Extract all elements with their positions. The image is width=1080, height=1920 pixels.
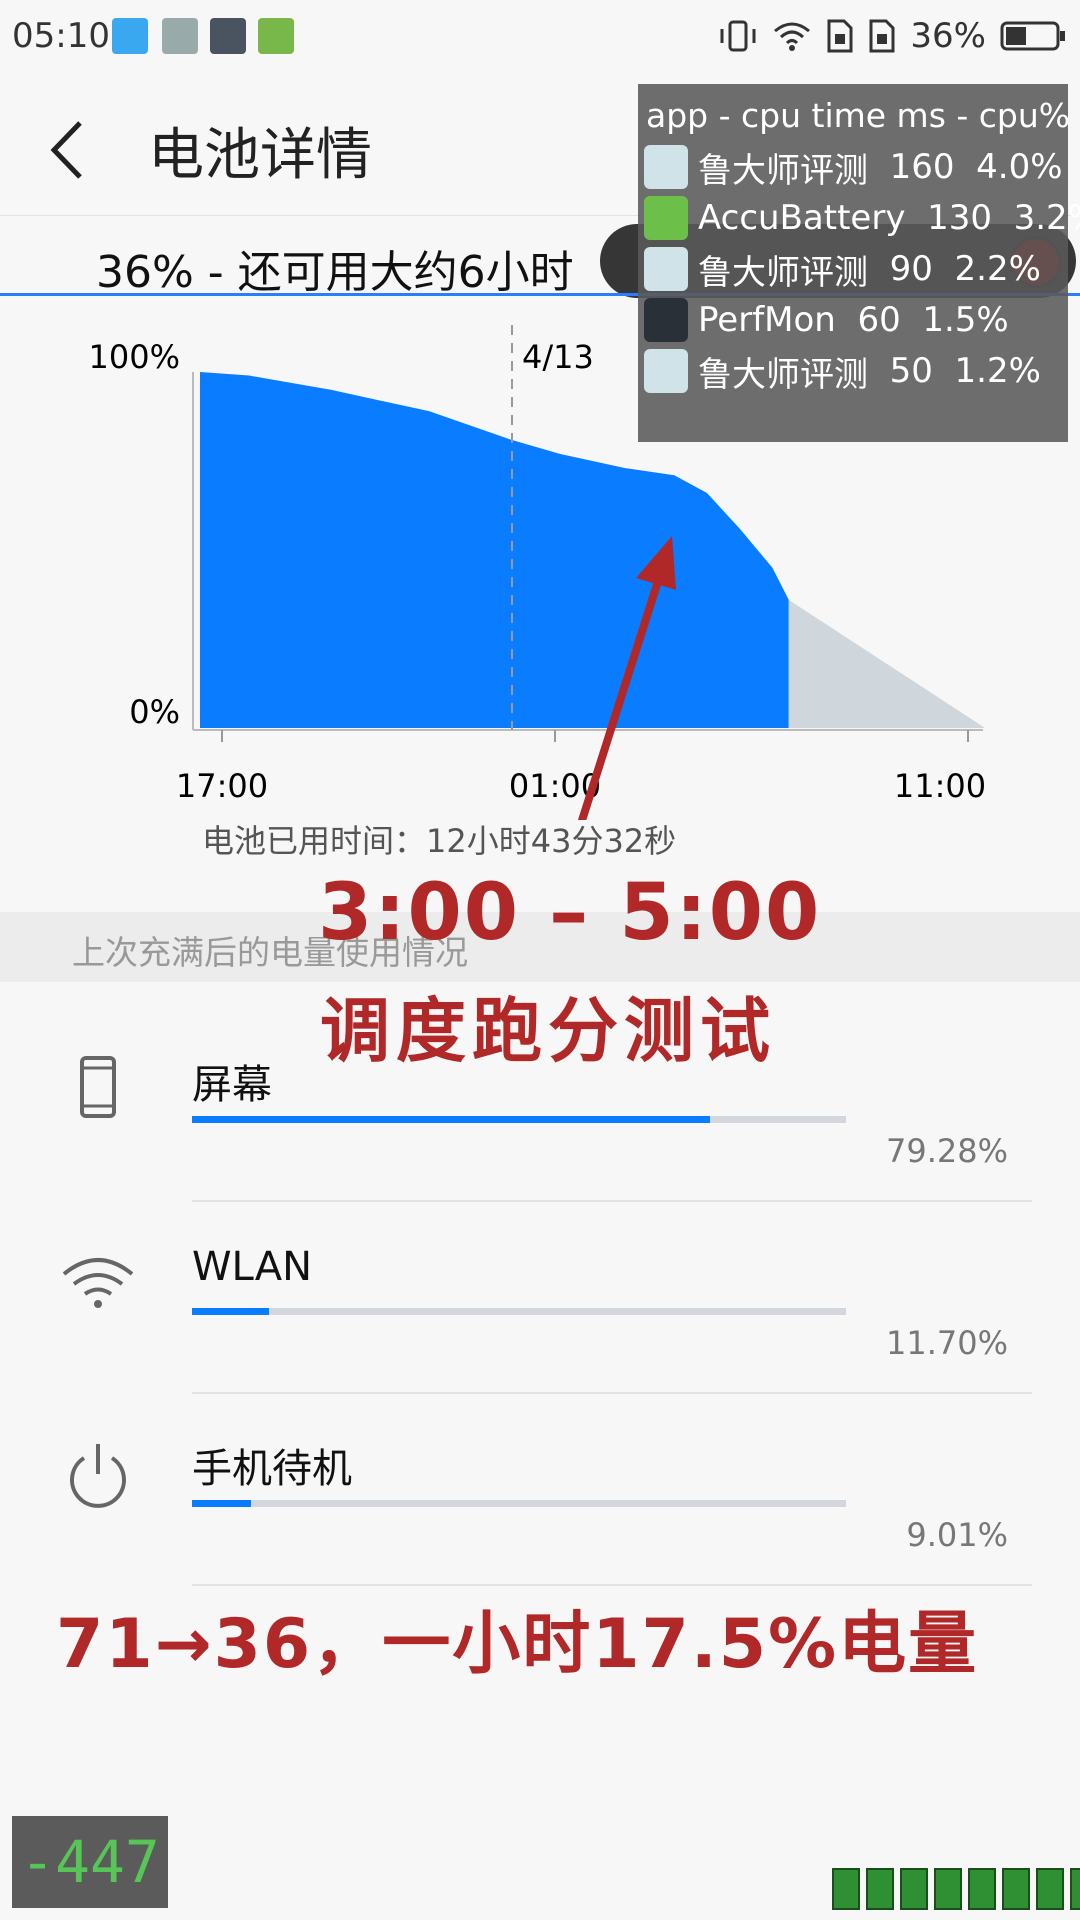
- cpu-row-time: 160: [889, 147, 955, 187]
- level-bar: [866, 1868, 894, 1910]
- status-right: 36%: [718, 14, 1066, 58]
- level-bar: [934, 1868, 962, 1910]
- cpu-row-pct: 1.2%: [954, 351, 1041, 391]
- annotation-time-range: 3:00 – 5:00: [318, 868, 822, 958]
- cpu-row: 鲁大师评测 50 1.2%: [644, 348, 1041, 395]
- cpu-row-app: PerfMon: [698, 300, 836, 340]
- cpu-row-app: 鲁大师评测: [698, 354, 868, 395]
- screenshot-icon: [112, 18, 148, 54]
- cpu-usage-overlay: app - cpu time ms - cpu% 鲁大师评测 160 4.0% …: [638, 84, 1080, 442]
- cpu-row: 鲁大师评测 160 4.0%: [644, 144, 1063, 191]
- battery-summary: 36% - 还可用大约6小时: [96, 247, 574, 298]
- ludashi-app-icon: [644, 247, 688, 291]
- level-bar: [1070, 1868, 1080, 1910]
- x-tick-label: 11:00: [894, 767, 986, 805]
- chevron-left-icon: [50, 121, 82, 179]
- avatar-app-icon: [162, 18, 198, 54]
- cpu-row: 鲁大师评测 90 2.2%: [644, 246, 1041, 293]
- sim1-icon: [827, 19, 853, 53]
- perfmon-icon: [210, 18, 246, 54]
- cpu-row-pct: 4.0%: [976, 147, 1063, 187]
- y-label-bottom: 0%: [129, 693, 180, 731]
- level-bar: [1036, 1868, 1064, 1910]
- usage-percent: 9.01%: [906, 1516, 1008, 1554]
- page-title: 电池详情: [148, 123, 372, 188]
- battery-forecast-area: [788, 599, 985, 728]
- battery-used-time: 电池已用时间：12小时43分32秒: [202, 822, 677, 860]
- level-bar: [832, 1868, 860, 1910]
- status-bar: 05:10 36%: [0, 0, 1080, 75]
- usage-bar: [192, 1308, 846, 1315]
- power-icon: [70, 1444, 126, 1508]
- usage-bar-fill: [192, 1308, 269, 1315]
- cpu-overlay-header: app - cpu time ms - cpu%: [646, 96, 1071, 135]
- annotation-test-note: 调度跑分测试: [320, 990, 776, 1072]
- accubattery-icon: [258, 18, 294, 54]
- usage-label: WLAN: [192, 1244, 313, 1290]
- back-button[interactable]: [40, 115, 100, 185]
- cpu-row-pct: 2.2%: [954, 249, 1041, 289]
- usage-bar: [192, 1116, 846, 1123]
- cpu-row-time: 50: [889, 351, 933, 391]
- x-tick-label: 17:00: [176, 767, 268, 805]
- row-divider: [192, 1200, 1032, 1202]
- cpu-row: AccuBattery 130 3.2%: [644, 195, 1080, 241]
- usage-label: 屏幕: [192, 1062, 272, 1108]
- row-divider: [192, 1392, 1032, 1394]
- battery-level-bars: [832, 1868, 1080, 1910]
- usage-bar-fill: [192, 1500, 251, 1507]
- wifi-icon: [62, 1258, 134, 1308]
- usage-label: 手机待机: [192, 1446, 352, 1492]
- level-bar: [1002, 1868, 1030, 1910]
- sim2-icon: [869, 19, 895, 53]
- accubattery-app-icon: [644, 196, 688, 240]
- battery-icon: [1000, 21, 1065, 51]
- cpu-row-app: 鲁大师评测: [698, 150, 868, 191]
- battery-percent: 36%: [910, 16, 986, 56]
- ludashi-app-icon: [644, 145, 688, 189]
- level-bar: [968, 1868, 996, 1910]
- cpu-row-time: 60: [857, 300, 901, 340]
- cpu-row: PerfMon 60 1.5%: [644, 297, 1009, 343]
- usage-percent: 79.28%: [885, 1132, 1008, 1170]
- cpu-row-time: 130: [927, 198, 992, 238]
- row-divider: [192, 1584, 1032, 1586]
- usage-item-standby[interactable]: 手机待机 9.01%: [0, 1396, 1080, 1586]
- current-counter: -447: [12, 1816, 168, 1908]
- usage-bar: [192, 1500, 846, 1507]
- ludashi-app-icon: [644, 349, 688, 393]
- wifi-icon: [774, 22, 811, 51]
- annotation-drain-note: 71→36，一小时17.5%电量: [56, 1605, 979, 1684]
- usage-item-wlan[interactable]: WLAN 11.70%: [0, 1204, 1080, 1394]
- cpu-row-pct: 3.2%: [1013, 198, 1080, 238]
- date-marker-label: 4/13: [522, 338, 594, 376]
- usage-bar-fill: [192, 1116, 711, 1123]
- phone-icon: [80, 1056, 116, 1118]
- cpu-row-app: AccuBattery: [698, 198, 906, 238]
- y-label-top: 100%: [89, 338, 180, 376]
- cpu-row-pct: 1.5%: [922, 300, 1009, 340]
- vibrate-icon: [720, 20, 756, 52]
- perfmon-app-icon: [644, 298, 688, 342]
- usage-percent: 11.70%: [885, 1324, 1008, 1362]
- level-bar: [900, 1868, 928, 1910]
- status-time: 05:10: [12, 16, 110, 56]
- cpu-row-time: 90: [889, 249, 933, 289]
- cpu-row-app: 鲁大师评测: [698, 252, 868, 293]
